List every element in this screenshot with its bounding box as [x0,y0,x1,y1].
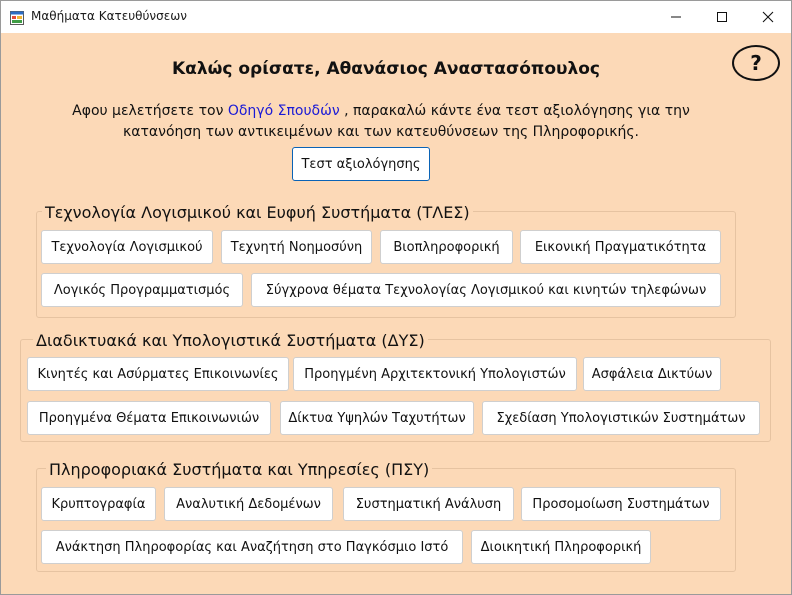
course-advanced-architecture-button[interactable]: Προηγμένη Αρχιτεκτονική Υπολογιστών [293,357,577,391]
course-data-analytics-button[interactable]: Αναλυτική Δεδομένων [164,487,333,521]
welcome-heading: Καλώς ορίσατε, Αθανάσιος Αναστασόπουλος [172,59,600,79]
window-title: Μαθήματα Κατευθύνσεων [31,9,187,23]
app-window: Μαθήματα Κατευθύνσεων ? Καλώς ορίσατε, Α… [0,0,792,595]
course-bioinformatics-button[interactable]: Βιοπληροφορική [380,230,513,264]
minimize-icon [671,16,681,18]
assessment-test-button[interactable]: Τεστ αξιολόγησης [292,147,430,181]
intro-text-line2: κατανόηση των αντικειμένων και των κατευ… [123,124,639,140]
study-guide-link[interactable]: Οδηγό Σπουδών [228,103,340,119]
group-tles-title: Τεχνολογία Λογισμικού και Ευφυή Συστήματ… [42,203,473,223]
course-information-retrieval-button[interactable]: Ανάκτηση Πληροφορίας και Αναζήτηση στο Π… [41,530,463,564]
course-cryptography-button[interactable]: Κρυπτογραφία [41,487,156,521]
course-mobile-wireless-button[interactable]: Κινητές και Ασύρματες Επικοινωνίες [27,357,289,391]
app-window-icon [10,10,24,25]
course-computer-systems-design-button[interactable]: Σχεδίαση Υπολογιστικών Συστημάτων [482,401,760,435]
close-button[interactable] [745,1,791,33]
course-network-security-button[interactable]: Ασφάλεια Δικτύων [583,357,721,391]
intro-text-end: , παρακαλώ κάντε ένα τεστ αξιολόγησης γι… [339,103,690,119]
course-systems-simulation-button[interactable]: Προσομοίωση Συστημάτων [521,487,721,521]
close-icon [762,11,774,23]
intro-text-start: Αφου μελετήσετε τον [72,103,228,119]
course-systems-analysis-button[interactable]: Συστηματική Ανάλυση [343,487,514,521]
course-modern-software-mobile-button[interactable]: Σύγχρονα θέματα Τεχνολογίας Λογισμικού κ… [251,273,721,307]
course-logic-programming-button[interactable]: Λογικός Προγραμματισμός [41,273,243,307]
course-management-informatics-button[interactable]: Διοικητική Πληροφορική [471,530,651,564]
course-advanced-communications-button[interactable]: Προηγμένα Θέματα Επικοινωνιών [27,401,271,435]
course-software-engineering-button[interactable]: Τεχνολογία Λογισμικού [41,230,213,264]
group-dys-title: Διαδικτυακά και Υπολογιστικά Συστήματα (… [33,331,428,351]
title-bar[interactable]: Μαθήματα Κατευθύνσεων [1,1,791,33]
course-virtual-reality-button[interactable]: Εικονική Πραγματικότητα [520,230,721,264]
maximize-button[interactable] [699,1,745,33]
maximize-icon [717,12,727,22]
intro-text: Αφου μελετήσετε τον Οδηγό Σπουδών , παρα… [21,101,741,143]
minimize-button[interactable] [653,1,699,33]
course-artificial-intelligence-button[interactable]: Τεχνητή Νοημοσύνη [221,230,372,264]
course-high-speed-networks-button[interactable]: Δίκτυα Υψηλών Ταχυτήτων [280,401,474,435]
group-psy-title: Πληροφοριακά Συστήματα και Υπηρεσίες (ΠΣ… [46,460,433,480]
